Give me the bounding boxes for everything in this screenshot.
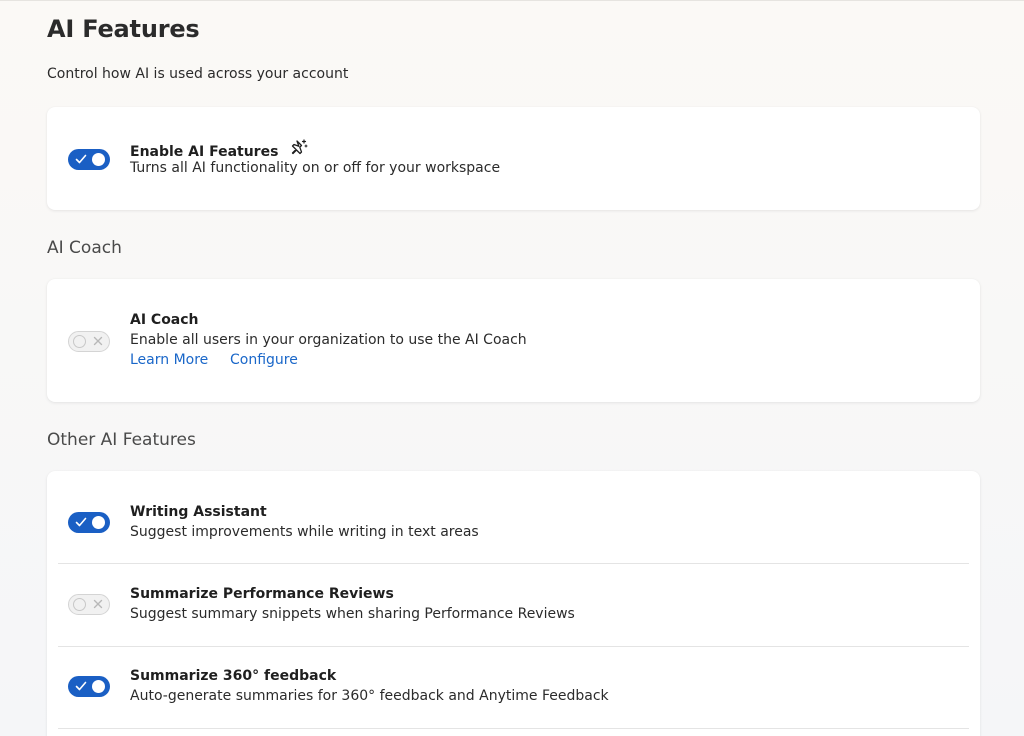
sparkle-pin-icon xyxy=(292,139,308,155)
toggle-knob xyxy=(92,153,105,166)
row-divider xyxy=(58,728,969,729)
ai-coach-heading: AI Coach xyxy=(47,238,122,258)
check-icon xyxy=(75,154,87,164)
enable-ai-features-row: Enable AI Features Turns all AI function… xyxy=(47,107,980,210)
configure-link[interactable]: Configure xyxy=(230,352,298,368)
writing-assistant-row: Writing Assistant Suggest improvements w… xyxy=(47,471,980,563)
check-icon xyxy=(75,681,87,691)
toggle-knob xyxy=(92,680,105,693)
summarize-360-feedback-row: Summarize 360° feedback Auto-generate su… xyxy=(47,647,980,729)
enable-ai-features-title: Enable AI Features xyxy=(130,139,308,160)
learn-more-link[interactable]: Learn More xyxy=(130,352,208,368)
summarize-performance-reviews-title: Summarize Performance Reviews xyxy=(130,586,394,602)
x-icon xyxy=(93,599,103,609)
enable-ai-features-label: Enable AI Features xyxy=(130,144,279,160)
page-subtitle: Control how AI is used across your accou… xyxy=(47,66,349,82)
enable-ai-features-card: Enable AI Features Turns all AI function… xyxy=(47,107,980,210)
summarize-360-feedback-title: Summarize 360° feedback xyxy=(130,668,337,684)
summarize-performance-reviews-row: Summarize Performance Reviews Suggest su… xyxy=(47,564,980,646)
summarize-performance-reviews-description: Suggest summary snippets when sharing Pe… xyxy=(130,606,575,622)
toggle-knob xyxy=(73,597,86,611)
ai-coach-title: AI Coach xyxy=(130,312,199,328)
enable-ai-features-description: Turns all AI functionality on or off for… xyxy=(130,160,501,176)
summarize-performance-reviews-toggle[interactable] xyxy=(68,594,110,615)
other-ai-features-heading: Other AI Features xyxy=(47,430,196,450)
ai-coach-row: AI Coach Enable all users in your organi… xyxy=(47,279,980,402)
ai-coach-toggle[interactable] xyxy=(68,331,110,352)
writing-assistant-toggle[interactable] xyxy=(68,512,110,533)
summarize-360-feedback-toggle[interactable] xyxy=(68,676,110,697)
top-border xyxy=(0,0,1024,1)
writing-assistant-title: Writing Assistant xyxy=(130,504,267,520)
page-title: AI Features xyxy=(47,15,200,43)
toggle-knob xyxy=(92,516,105,529)
summarize-360-feedback-description: Auto-generate summaries for 360° feedbac… xyxy=(130,688,609,704)
check-icon xyxy=(75,517,87,527)
other-ai-features-card: Writing Assistant Suggest improvements w… xyxy=(47,471,980,736)
toggle-knob xyxy=(73,334,86,348)
writing-assistant-description: Suggest improvements while writing in te… xyxy=(130,524,479,540)
ai-coach-card: AI Coach Enable all users in your organi… xyxy=(47,279,980,402)
ai-coach-description: Enable all users in your organization to… xyxy=(130,332,527,348)
enable-ai-features-toggle[interactable] xyxy=(68,149,110,170)
x-icon xyxy=(93,336,103,346)
